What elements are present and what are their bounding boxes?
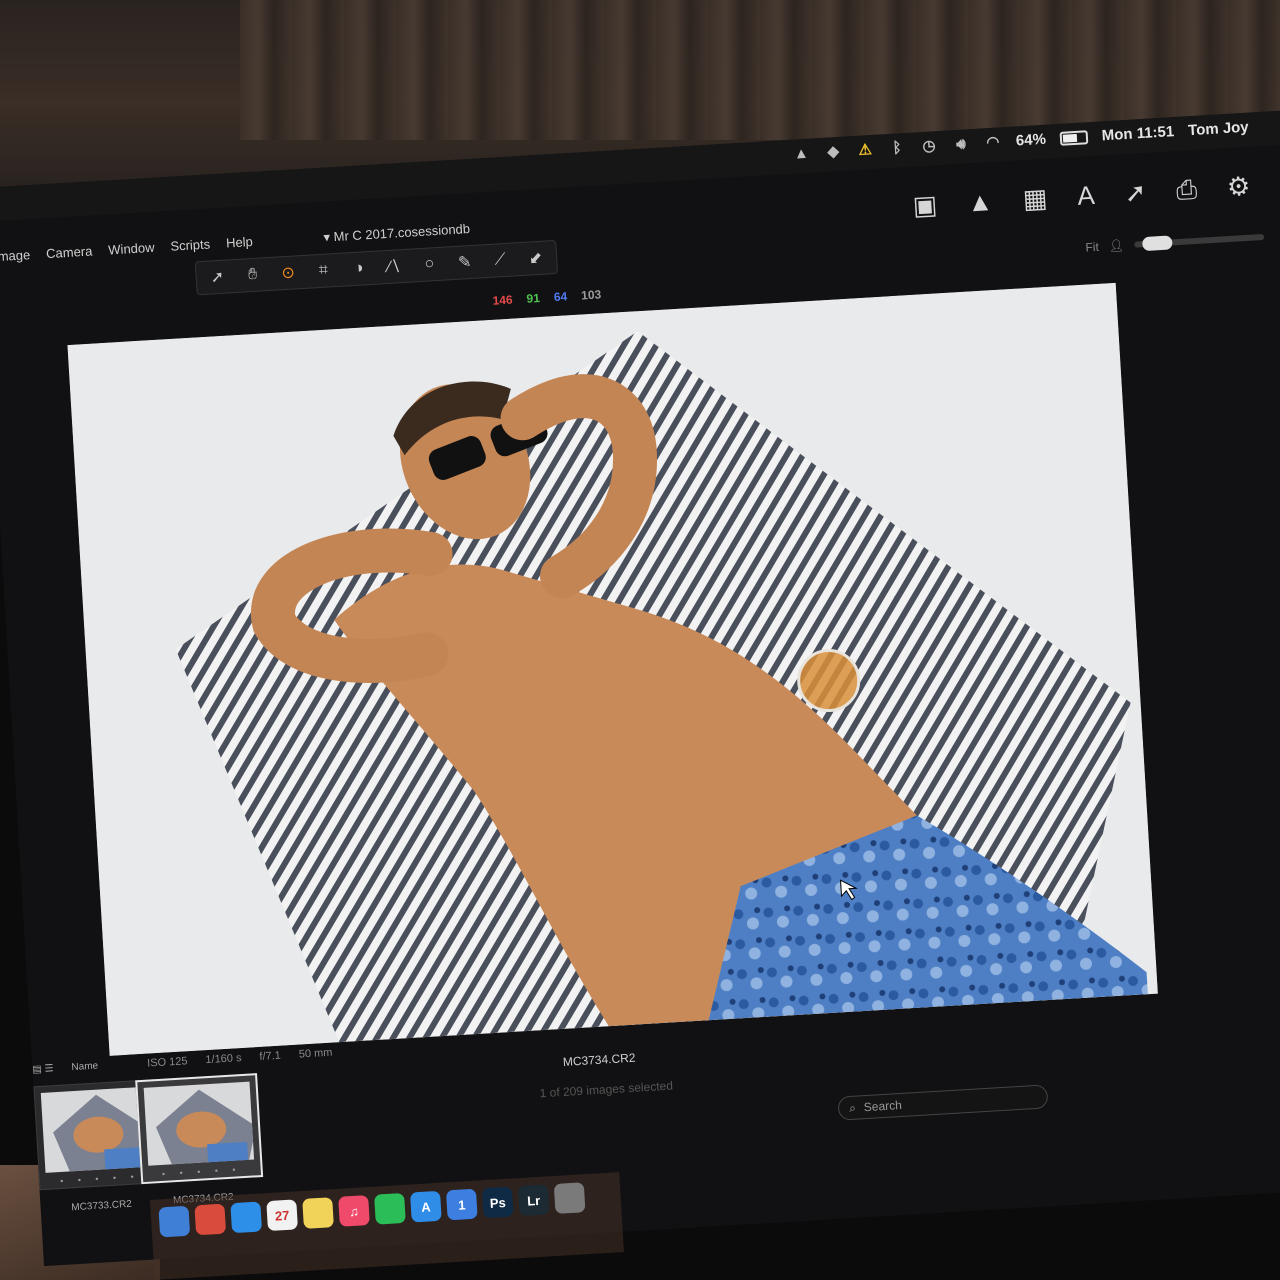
crop-icon[interactable]: ⌗ [312,261,334,280]
person-icon: 👤︎ [1108,238,1125,254]
battery-fill [1062,133,1078,143]
select-icon[interactable]: ➚ [206,266,229,287]
exif-iso: ISO 125 [146,1055,188,1070]
onepassword-icon[interactable]: 1 [445,1188,478,1221]
list-view-icon[interactable]: ▤ ☰ [32,1063,54,1075]
music-icon[interactable]: ♫ [338,1195,370,1227]
right-toolbar: ▣ ▲ ▦ A ➚ ⎙ ⚙ [912,171,1251,223]
image-viewer[interactable] [67,282,1158,1056]
photoshop-icon[interactable]: Ps [481,1186,514,1219]
battery-percent[interactable]: 64% [1015,131,1046,150]
battery-icon[interactable] [1059,129,1089,146]
viewer-filename: MC3734.CR2 [562,1050,636,1069]
column-name[interactable]: Name [71,1061,98,1074]
eyedropper-icon[interactable]: ⟋ [489,251,511,270]
time-machine-icon[interactable]: ◷ [920,137,939,155]
compare-icon[interactable]: ▣ [912,189,938,222]
bluetooth-icon[interactable]: ᛒ [888,139,907,157]
thumbnail-shorts [207,1141,249,1166]
monitor-screen: ▲ ◆ ⚠ ᛒ ◷ 🔊︎ ◠ 64% Mon 11:51 Tom Joy Ima… [0,108,1280,1267]
menubar-user[interactable]: Tom Joy [1188,119,1249,140]
readout-l: 103 [580,287,602,303]
spotify-icon[interactable] [374,1192,406,1225]
warning-icon[interactable]: ▲ [966,186,994,219]
zoom-control: Fit 👤︎ [1085,230,1264,255]
pan-icon[interactable]: ✋︎ [242,265,264,284]
volume-icon[interactable]: 🔊︎ [952,135,971,153]
color-readout: 146 91 64 103 [492,287,601,307]
text-icon[interactable]: A [1076,180,1095,213]
stickies-icon[interactable] [302,1197,334,1229]
keystone-icon[interactable]: ∕∖ [383,256,406,277]
readout-g: 91 [526,291,541,306]
search-icon[interactable]: ⌕ [849,1100,857,1115]
exif-aperture: f/7.1 [259,1049,282,1063]
thumbnail-image [143,1081,255,1166]
readout-b: 64 [553,289,568,305]
readout-r: 146 [492,292,514,308]
dropbox-icon[interactable]: ◆ [824,143,843,161]
zoom-icon[interactable]: ⊙ [277,262,300,283]
picker-icon[interactable]: ⬋ [524,248,547,269]
thumbnail-rating[interactable]: • • • • • [143,1163,261,1180]
browser-header: ▤ ☰ Name [32,1061,98,1076]
search-field[interactable]: ⌕ Search [837,1084,1049,1121]
session-title: ▾ Mr C 2017.cosessiondb [323,221,471,245]
appstore-icon[interactable]: A [410,1190,442,1223]
rotate-icon[interactable]: ◑ [348,259,370,278]
lightroom-icon[interactable]: Lr [517,1184,550,1217]
zoom-slider[interactable] [1133,233,1264,252]
menubar-clock[interactable]: Mon 11:51 [1101,123,1174,144]
search-placeholder: Search [863,1097,903,1115]
menu-window[interactable]: Window [108,240,155,258]
brush-icon[interactable]: ✎ [454,252,477,273]
print-icon[interactable]: ⎙ [1175,174,1198,207]
calendar-icon[interactable]: 27 [266,1199,298,1232]
grid-icon[interactable]: ▦ [1022,183,1048,216]
viewer-photo [67,282,1158,1056]
selection-count: 1 of 209 images selected [539,1078,674,1101]
fit-label[interactable]: Fit [1085,240,1099,255]
menu-camera[interactable]: Camera [46,243,93,261]
menu-help[interactable]: Help [226,234,254,251]
menu-image[interactable]: Image [0,247,31,264]
safari-icon[interactable] [230,1201,263,1234]
warning-icon[interactable]: ⚠ [856,141,875,159]
spot-icon[interactable]: ○ [418,255,440,274]
adobe-icon[interactable]: ▲ [792,144,811,162]
menu-scripts[interactable]: Scripts [170,236,211,253]
arrow-out-icon[interactable]: ➚ [1124,177,1148,210]
exif-shutter: 1/160 s [205,1052,242,1067]
wifi-icon[interactable]: ◠ [983,133,1002,151]
gear-icon[interactable]: ⚙ [1226,171,1251,204]
thumbnail-preview [156,1089,255,1166]
preview-icon[interactable] [553,1182,586,1214]
session-title-text: Mr C 2017.cosessiondb [333,221,471,245]
thumbnail-MC3734[interactable]: • • • • • MC3734.CR2 [135,1073,264,1206]
exif-focal: 50 mm [298,1046,333,1061]
chrome-icon[interactable] [194,1203,227,1236]
finder-icon[interactable] [158,1205,191,1238]
zoom-slider-knob[interactable] [1141,235,1173,252]
